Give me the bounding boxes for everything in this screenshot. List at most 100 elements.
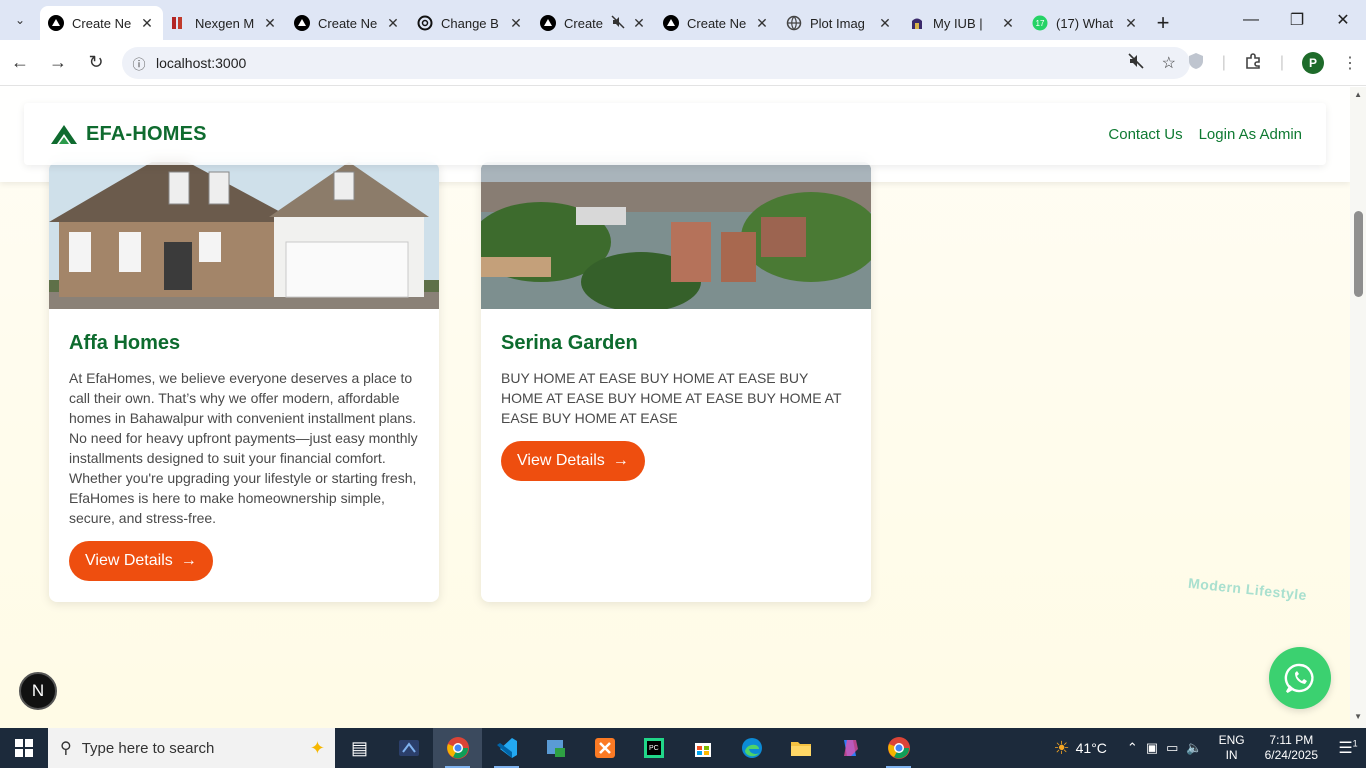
tab-create-ne-2[interactable]: Create Ne ✕ bbox=[286, 6, 409, 40]
button-label: View Details bbox=[85, 552, 173, 569]
url-bar[interactable]: ⓘ localhost:3000 ☆ bbox=[122, 47, 1190, 79]
restore-icon[interactable]: ❐ bbox=[1274, 0, 1320, 40]
scroll-thumb[interactable] bbox=[1354, 211, 1363, 297]
arrow-right-icon: → bbox=[180, 552, 197, 569]
media-player-icon[interactable] bbox=[531, 728, 580, 768]
tab-plot-imag[interactable]: Plot Imag ✕ bbox=[778, 6, 901, 40]
nexgen-icon bbox=[171, 15, 187, 31]
close-icon[interactable]: ✕ bbox=[1123, 15, 1139, 32]
view-details-button[interactable]: View Details → bbox=[69, 541, 213, 581]
meet-now-icon[interactable]: ▣ bbox=[1146, 740, 1158, 756]
tab-create-ne-3[interactable]: Create Ne ✕ bbox=[655, 6, 778, 40]
chrome-profile-icon[interactable] bbox=[433, 728, 482, 768]
close-icon[interactable]: ✕ bbox=[1000, 15, 1016, 32]
property-card-serina: Serina Garden BUY HOME AT EASE BUY HOME … bbox=[481, 162, 871, 602]
logo-text: EFA-HOMES bbox=[86, 122, 207, 145]
speaker-icon[interactable]: 🔈 bbox=[1186, 740, 1202, 756]
view-details-button[interactable]: View Details → bbox=[501, 441, 645, 481]
reload-icon[interactable]: ↻ bbox=[78, 45, 114, 81]
time: 7:11 PM bbox=[1269, 733, 1314, 747]
vscode-icon[interactable] bbox=[482, 728, 531, 768]
tab-create-ne-1[interactable]: Create Ne ✕ bbox=[40, 6, 163, 40]
windows-taskbar: ⚲ Type here to search ✦ ▤ PC ☀ 41°C ⌃ ▣ … bbox=[0, 728, 1366, 768]
close-window-icon[interactable]: ✕ bbox=[1320, 0, 1366, 40]
new-tab-button[interactable]: + bbox=[1147, 6, 1179, 40]
whatsapp-float-button[interactable] bbox=[1269, 647, 1331, 709]
site-logo[interactable]: EFA-HOMES bbox=[50, 123, 207, 146]
scroll-up-arrow-icon[interactable]: ▲ bbox=[1354, 90, 1362, 99]
tab-nexgen[interactable]: Nexgen M ✕ bbox=[163, 6, 286, 40]
tab-title: Create Ne bbox=[72, 15, 132, 31]
tab-my-iub[interactable]: My IUB | ✕ bbox=[901, 6, 1024, 40]
globe-icon bbox=[786, 15, 802, 31]
kebab-menu-icon[interactable]: ⋮ bbox=[1342, 53, 1358, 73]
chevron-up-icon[interactable]: ⌃ bbox=[1127, 740, 1138, 756]
close-icon[interactable]: ✕ bbox=[754, 15, 770, 32]
tab-whatsapp[interactable]: 17 (17) What ✕ bbox=[1024, 6, 1147, 40]
notification-count: 1 bbox=[1352, 738, 1358, 749]
minimize-icon[interactable]: — bbox=[1228, 0, 1274, 40]
bookmark-star-icon[interactable]: ☆ bbox=[1162, 53, 1176, 73]
arrow-right-icon: → bbox=[612, 452, 629, 469]
page-viewport: Affa Homes At EfaHomes, we believe every… bbox=[0, 87, 1366, 728]
close-icon[interactable]: ✕ bbox=[508, 15, 524, 32]
tab-create-muted[interactable]: Create ✕ bbox=[532, 6, 655, 40]
page-scrollbar[interactable] bbox=[1350, 87, 1366, 728]
property-card-affa: Affa Homes At EfaHomes, we believe every… bbox=[49, 162, 439, 602]
site-info-icon[interactable]: ⓘ bbox=[122, 54, 156, 73]
chrome-icon[interactable] bbox=[874, 728, 923, 768]
whatsapp-icon bbox=[1284, 663, 1314, 694]
muted-site-icon[interactable] bbox=[1128, 52, 1144, 74]
tab-title: Nexgen M bbox=[195, 15, 255, 31]
pycharm-icon[interactable]: PC bbox=[629, 728, 678, 768]
weather-widget[interactable]: ☀ 41°C bbox=[1053, 738, 1106, 759]
window-controls: — ❐ ✕ bbox=[1228, 0, 1366, 40]
forward-arrow-icon[interactable]: → bbox=[40, 45, 76, 81]
button-label: View Details bbox=[517, 452, 605, 469]
copilot-icon[interactable] bbox=[825, 728, 874, 768]
roof-logo-icon bbox=[51, 125, 77, 144]
app-icon-snip[interactable] bbox=[384, 728, 433, 768]
language-indicator[interactable]: ENG IN bbox=[1219, 733, 1245, 763]
extensions-puzzle-icon[interactable] bbox=[1244, 52, 1262, 75]
tab-title: (17) What bbox=[1056, 15, 1114, 31]
close-icon[interactable]: ✕ bbox=[262, 15, 278, 32]
edge-icon[interactable] bbox=[727, 728, 776, 768]
url-text[interactable]: localhost:3000 bbox=[156, 55, 246, 71]
close-icon[interactable]: ✕ bbox=[631, 15, 647, 32]
triangle-icon bbox=[294, 15, 310, 31]
profile-avatar[interactable]: P bbox=[1302, 52, 1324, 74]
battery-icon[interactable]: ▭ bbox=[1166, 740, 1178, 756]
contact-us-link[interactable]: Contact Us bbox=[1108, 126, 1182, 143]
aerial-photo bbox=[481, 162, 871, 309]
svg-text:PC: PC bbox=[649, 745, 659, 752]
task-view-icon[interactable]: ▤ bbox=[335, 728, 384, 768]
iub-icon bbox=[909, 15, 925, 31]
taskbar-search-box[interactable]: ⚲ Type here to search ✦ bbox=[48, 728, 335, 768]
tab-change-b[interactable]: Change B ✕ bbox=[409, 6, 532, 40]
nextjs-dev-badge[interactable]: N bbox=[19, 672, 57, 710]
xampp-icon[interactable] bbox=[580, 728, 629, 768]
file-explorer-icon[interactable] bbox=[776, 728, 825, 768]
date: 6/24/2025 bbox=[1264, 748, 1318, 762]
tab-title: My IUB | bbox=[933, 15, 983, 31]
sun-icon: ☀ bbox=[1053, 737, 1070, 758]
card-title: Serina Garden bbox=[501, 332, 638, 354]
clock[interactable]: 7:11 PM 6/24/2025 bbox=[1265, 733, 1318, 763]
toolbar-divider: | bbox=[1279, 54, 1284, 71]
tab-search-button[interactable]: ⌄ bbox=[0, 0, 40, 40]
ms-store-icon[interactable] bbox=[678, 728, 727, 768]
notification-center-icon[interactable]: ☰1 bbox=[1330, 738, 1366, 758]
scroll-down-arrow-icon[interactable]: ▼ bbox=[1354, 712, 1362, 721]
close-icon[interactable]: ✕ bbox=[385, 15, 401, 32]
login-admin-link[interactable]: Login As Admin bbox=[1199, 126, 1302, 143]
close-icon[interactable]: ✕ bbox=[139, 15, 155, 32]
muted-speaker-icon[interactable] bbox=[611, 14, 625, 32]
windows-start-icon[interactable] bbox=[0, 728, 48, 768]
back-arrow-icon[interactable]: ← bbox=[2, 45, 38, 81]
svg-text:17: 17 bbox=[1036, 19, 1045, 28]
shield-extension-icon[interactable] bbox=[1188, 52, 1204, 75]
temperature: 41°C bbox=[1075, 740, 1107, 756]
chevron-down-icon: ⌄ bbox=[14, 13, 26, 27]
close-icon[interactable]: ✕ bbox=[877, 15, 893, 32]
